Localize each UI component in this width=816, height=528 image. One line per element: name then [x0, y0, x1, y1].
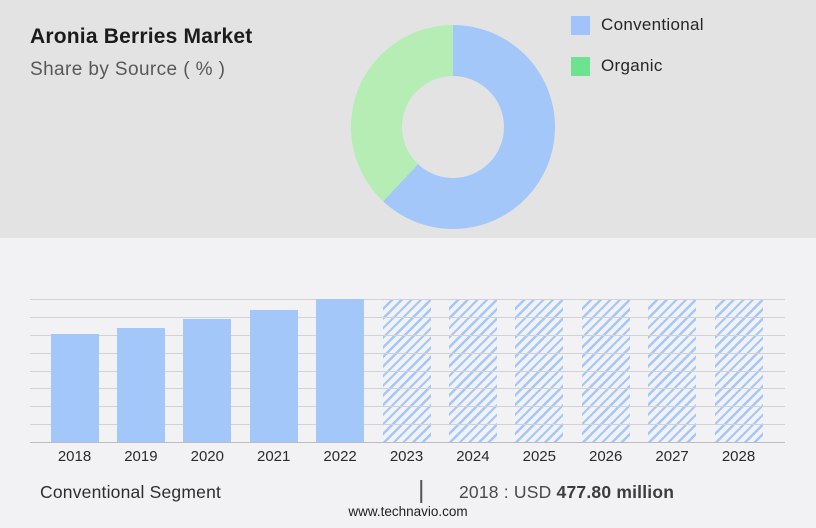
x-tick-label-2025: 2025 [522, 448, 556, 465]
x-tick-label-2028: 2028 [721, 448, 756, 465]
x-tick-label-2019: 2019 [124, 448, 158, 465]
x-axis-line [30, 442, 785, 443]
gridline [30, 317, 785, 318]
legend: Conventional Organic [571, 15, 704, 97]
bar-plot: 2018 2019 2020 2021 2022 2023 2024 2025 2026 2027… [30, 299, 785, 465]
header: Aronia Berries Market Share by Source ( … [30, 24, 252, 81]
website-label: www.technavio.com [348, 504, 468, 519]
x-tick-label-2027: 2027 [655, 448, 689, 465]
bar-2020 [183, 319, 232, 442]
bar-2022 [316, 299, 365, 442]
bar-2018 [50, 334, 99, 442]
legend-item-conventional: Conventional [571, 15, 704, 35]
segment-label: Conventional Segment [40, 482, 222, 502]
base-year-value-bold: 477.80 million [556, 482, 675, 502]
gridline [30, 299, 785, 300]
legend-item-organic: Organic [571, 56, 704, 76]
x-tick-label-2021: 2021 [257, 448, 291, 465]
legend-label-conventional: Conventional [601, 15, 704, 34]
market-size-panel: 2018 2019 2020 2021 2022 2023 2024 2025 2026 2027… [0, 238, 816, 528]
bar-2021 [249, 310, 298, 442]
donut-hole [402, 76, 504, 178]
bar-2019 [116, 328, 165, 442]
x-tick-label-2023: 2023 [389, 448, 424, 465]
caption-separator: | [418, 476, 425, 504]
x-tick-label-2026: 2026 [589, 448, 623, 465]
legend-label-organic: Organic [601, 56, 663, 75]
donut-chart-wrap [351, 25, 555, 229]
conventional-swatch-icon [571, 15, 590, 35]
page-subtitle: Share by Source ( % ) [30, 59, 226, 80]
base-year-value: 2018 : USD 477.80 million [459, 482, 674, 503]
base-year-value-prefix: 2018 : USD [459, 482, 557, 502]
x-tick-label-2024: 2024 [456, 448, 490, 465]
share-by-source-panel: Aronia Berries Market Share by Source ( … [0, 0, 816, 238]
x-tick-label-2022: 2022 [323, 448, 357, 465]
x-tick-label-2018: 2018 [57, 448, 92, 465]
x-tick-label-2020: 2020 [190, 448, 224, 465]
page-title: Aronia Berries Market [30, 25, 253, 48]
organic-swatch-icon [571, 56, 590, 76]
